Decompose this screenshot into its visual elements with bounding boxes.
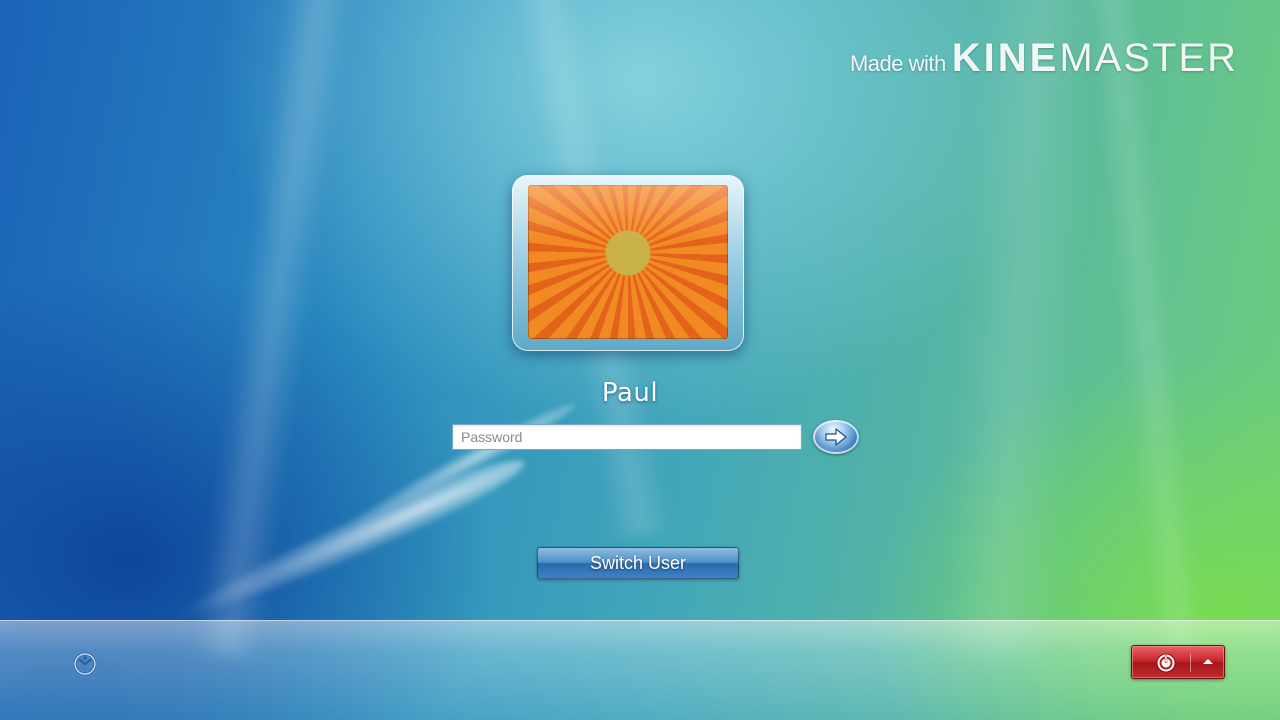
password-field[interactable]	[452, 424, 802, 450]
background-light-streak	[1083, 0, 1207, 661]
power-icon	[1156, 653, 1176, 673]
username-label: Paul	[601, 378, 659, 408]
ease-of-access-button[interactable]	[68, 649, 102, 679]
chevron-up-icon[interactable]	[1199, 653, 1217, 671]
background-light-streak	[935, 0, 1105, 664]
background-swoosh	[340, 395, 580, 537]
background-light-streak	[191, 0, 359, 662]
watermark-made-with: Made with	[849, 51, 946, 76]
login-screen: Made with KINEMASTER Paul Switch User	[0, 0, 1280, 720]
arrow-right-icon	[825, 428, 847, 446]
user-avatar	[528, 185, 728, 339]
watermark-brand-bold: KINE	[951, 36, 1060, 80]
power-button[interactable]	[1131, 645, 1225, 679]
kinemaster-watermark: Made with KINEMASTER	[850, 36, 1238, 81]
power-button-separator	[1190, 654, 1191, 672]
background-swoosh	[168, 444, 532, 636]
submit-button[interactable]	[813, 420, 859, 454]
watermark-brand-light: MASTER	[1059, 36, 1238, 80]
ease-of-access-icon	[73, 652, 97, 676]
user-tile[interactable]	[512, 175, 744, 351]
switch-user-button[interactable]: Switch User	[537, 547, 739, 579]
bottom-bar	[0, 620, 1280, 720]
